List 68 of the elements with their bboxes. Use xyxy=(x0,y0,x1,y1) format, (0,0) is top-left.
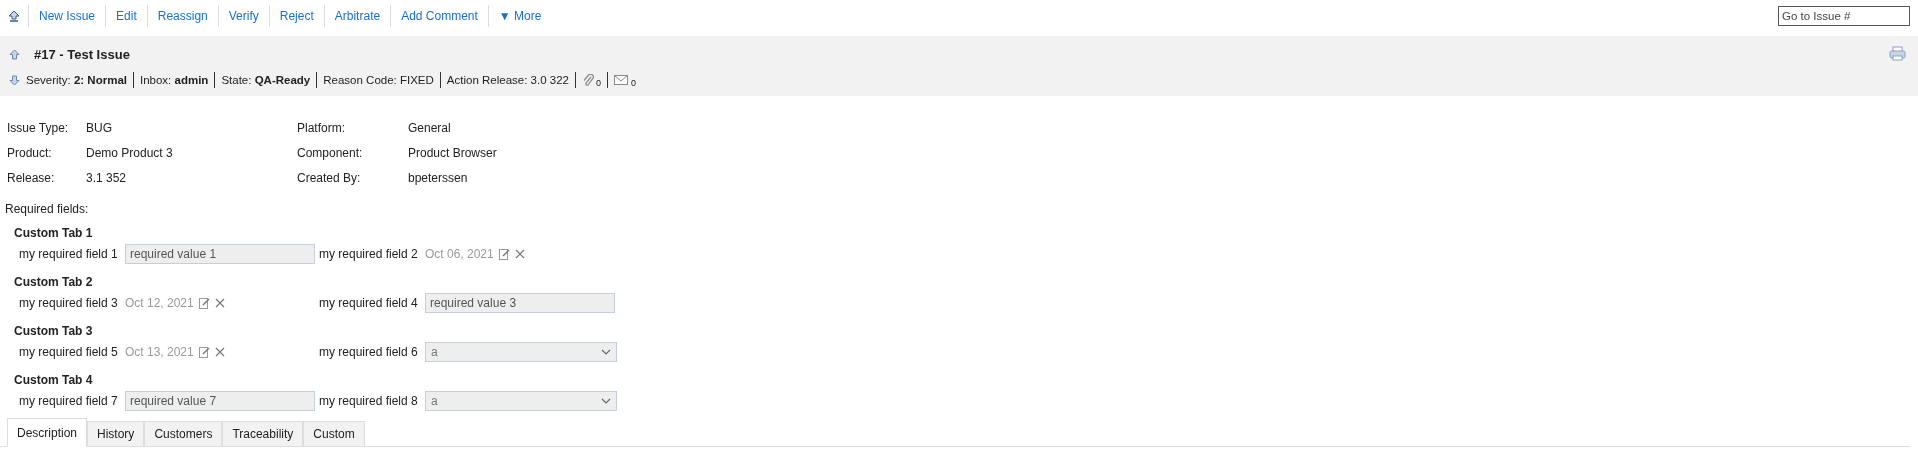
meta-field: Inbox: admin xyxy=(134,74,215,86)
previous-issue-icon[interactable] xyxy=(9,48,20,60)
action-link[interactable]: Add Comment xyxy=(391,9,488,23)
action-link[interactable]: Verify xyxy=(218,9,269,23)
field-label: Product: xyxy=(7,145,53,161)
tab[interactable]: Custom xyxy=(303,421,365,446)
edit-date-icon[interactable] xyxy=(198,296,210,309)
goto-issue-field[interactable]: Go to Issue # xyxy=(1778,6,1910,26)
action-link[interactable]: Arbitrate xyxy=(324,9,391,23)
action-link[interactable]: Reject xyxy=(269,9,324,23)
next-issue-icon[interactable] xyxy=(9,74,20,86)
text-field[interactable]: required value 3 xyxy=(425,292,615,313)
field-value: bpeterssen xyxy=(408,170,469,186)
envelope-icon[interactable] xyxy=(614,74,629,86)
edit-date-icon[interactable] xyxy=(198,345,210,358)
field-label: Platform: xyxy=(297,120,346,136)
date-value: Oct 06, 2021 xyxy=(425,246,494,261)
clear-icon[interactable] xyxy=(214,346,225,357)
field-value: BUG xyxy=(86,120,113,136)
email-count: 0 xyxy=(631,78,636,88)
action-link[interactable]: Reassign xyxy=(147,9,218,23)
field-label: my required field 1 xyxy=(19,246,119,261)
group-heading: Custom Tab 1 xyxy=(14,225,94,241)
group-heading: Custom Tab 2 xyxy=(14,274,94,290)
edit-date-icon[interactable] xyxy=(498,247,510,260)
text-field[interactable]: required value 1 xyxy=(125,243,315,264)
field-label: my required field 6 xyxy=(319,344,419,359)
tab[interactable]: Description xyxy=(7,418,88,447)
action-link[interactable]: New Issue xyxy=(29,9,106,23)
field-label: my required field 7 xyxy=(19,393,119,408)
chevron-down-icon[interactable] xyxy=(601,348,611,355)
field-label: Component: xyxy=(297,145,364,161)
field-value: 3.1 352 xyxy=(86,170,128,186)
group-heading: Custom Tab 3 xyxy=(14,323,94,339)
field-label: my required field 4 xyxy=(319,295,419,310)
chevron-down-icon[interactable] xyxy=(601,397,611,404)
tab[interactable]: Customers xyxy=(144,421,223,446)
tab[interactable]: Traceability xyxy=(222,421,304,446)
field-value: General xyxy=(408,120,452,136)
field-label: Issue Type: xyxy=(7,120,70,136)
meta-field: Severity: 2: Normal xyxy=(26,74,133,86)
tab[interactable]: History xyxy=(87,421,145,446)
field-label: Release: xyxy=(7,170,56,186)
dropdown-field[interactable]: a xyxy=(425,341,617,362)
dropdown-field[interactable]: a xyxy=(425,390,617,411)
field-label: my required field 8 xyxy=(319,393,419,408)
group-heading: Custom Tab 4 xyxy=(14,372,94,388)
date-value: Oct 13, 2021 xyxy=(125,344,194,359)
field-label: my required field 2 xyxy=(319,246,419,261)
field-label: Created By: xyxy=(297,170,362,186)
section-label: Required fields: xyxy=(5,202,90,216)
date-value: Oct 12, 2021 xyxy=(125,295,194,310)
field-value: Demo Product 3 xyxy=(86,145,174,161)
clear-icon[interactable] xyxy=(514,248,525,259)
meta-field: Action Release: 3.0 322 xyxy=(440,74,575,86)
clear-icon[interactable] xyxy=(214,297,225,308)
up-level-icon[interactable] xyxy=(8,9,20,23)
paperclip-icon[interactable] xyxy=(581,73,594,87)
field-value: Product Browser xyxy=(408,145,498,161)
field-label: my required field 5 xyxy=(19,344,119,359)
meta-field: Reason Code: FIXED xyxy=(317,74,440,86)
field-label: my required field 3 xyxy=(19,295,119,310)
text-field[interactable]: required value 7 xyxy=(125,390,315,411)
more-menu-link[interactable]: ▼ More xyxy=(488,9,552,23)
attachment-count: 0 xyxy=(595,78,601,88)
issue-title: #17 - Test Issue xyxy=(34,46,130,62)
meta-field: State: QA-Ready xyxy=(215,74,317,86)
action-link[interactable]: Edit xyxy=(106,9,147,23)
